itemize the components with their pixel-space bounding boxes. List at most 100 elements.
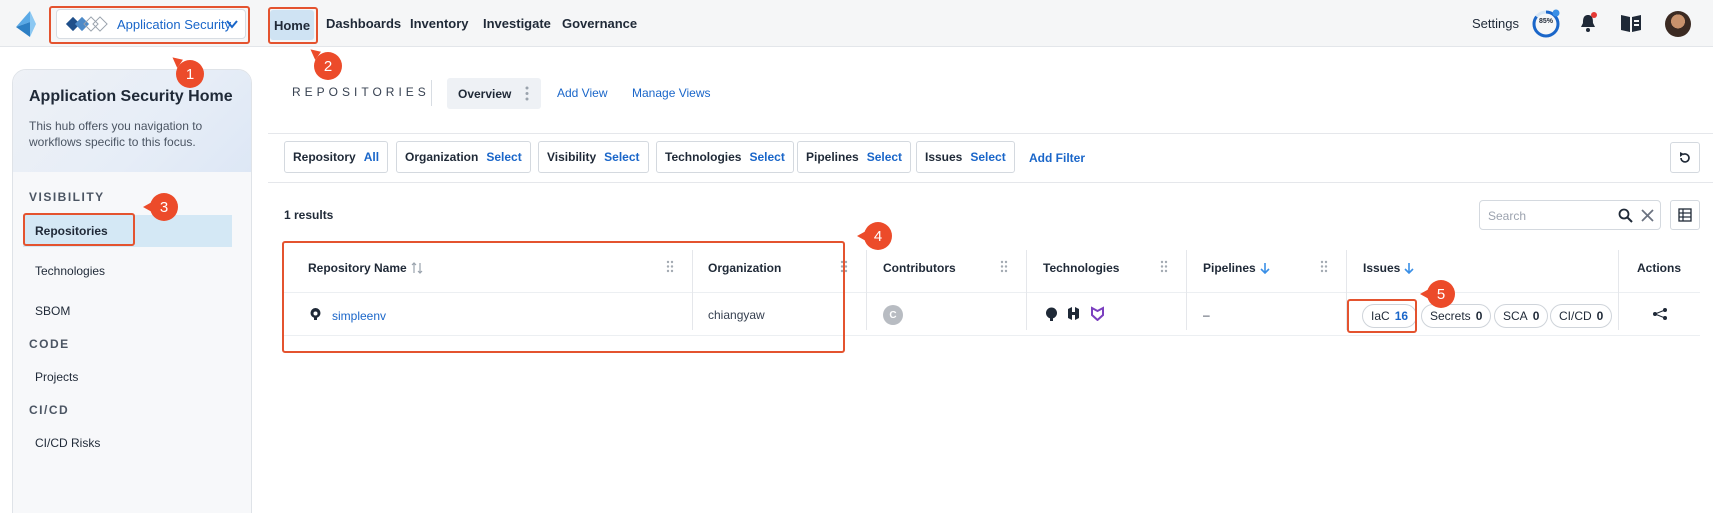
callout-badge: 3	[143, 193, 178, 221]
callout-badge: 1	[176, 60, 204, 88]
progress-text: 85%	[1538, 18, 1553, 25]
sidebar-item-label: SBOM	[35, 304, 71, 318]
callout-highlight-iac-issues	[1347, 299, 1417, 333]
callout-highlight-repo-row	[282, 241, 845, 353]
snyk-icon	[1091, 306, 1104, 321]
issue-pill-secrets[interactable]: Secrets 0	[1421, 304, 1492, 328]
filter-value: All	[363, 150, 380, 164]
pipelines-cell: –	[1203, 308, 1210, 322]
column-header-actions: Actions	[1637, 261, 1682, 275]
sidebar-description: This hub offers you navigation to workfl…	[29, 119, 203, 149]
issue-label: Secrets	[1430, 309, 1471, 323]
issue-pill-sca[interactable]: SCA 0	[1494, 304, 1549, 328]
sidebar-item-cicd-risks[interactable]: CI/CD Risks	[23, 427, 232, 459]
column-settings-button[interactable]	[1670, 200, 1700, 230]
nav-dashboards[interactable]: Dashboards	[326, 16, 401, 31]
contributor-avatar[interactable]: C	[883, 305, 903, 325]
issue-count: 0	[1596, 309, 1604, 323]
add-filter-link[interactable]: Add Filter	[1029, 151, 1085, 165]
results-count: 1 results	[284, 208, 334, 222]
filter-technologies[interactable]: Technologies Select	[656, 141, 794, 173]
sidebar-header: Application Security Home This hub offer…	[13, 70, 251, 172]
settings-link[interactable]: Settings	[1472, 16, 1519, 31]
column-header-label: Issues	[1363, 261, 1401, 275]
reset-icon	[1680, 151, 1690, 163]
filter-value: Select	[866, 150, 903, 164]
github-icon	[1046, 307, 1057, 321]
column-divider	[1618, 250, 1619, 330]
filter-key: Technologies	[665, 150, 742, 164]
graph-action-icon[interactable]	[1652, 307, 1668, 321]
section-label-code: CODE	[29, 337, 70, 351]
column-drag-handle-icon[interactable]	[1160, 260, 1168, 273]
column-drag-handle-icon[interactable]	[1000, 260, 1008, 273]
issue-count: 0	[1532, 309, 1540, 323]
reset-filters-button[interactable]	[1670, 142, 1700, 173]
nav-governance[interactable]: Governance	[562, 16, 637, 31]
nav-inventory[interactable]: Inventory	[410, 16, 469, 31]
issue-count: 0	[1475, 309, 1483, 323]
column-drag-handle-icon[interactable]	[1320, 260, 1328, 273]
sidebar-item-label: Technologies	[35, 264, 106, 278]
filter-value: Select	[486, 150, 522, 164]
search-icon[interactable]	[1618, 208, 1633, 223]
column-header-technologies[interactable]: Technologies	[1043, 261, 1119, 275]
filter-key: Pipelines	[806, 150, 859, 164]
column-header-issues[interactable]: Issues	[1363, 261, 1414, 275]
nav-investigate[interactable]: Investigate	[483, 16, 551, 31]
filter-visibility[interactable]: Visibility Select	[538, 141, 649, 173]
section-label-cicd: CI/CD	[29, 403, 70, 417]
tab-overview-label: Overview	[458, 86, 512, 101]
callout-highlight-repositories	[23, 213, 135, 246]
hashicorp-icon	[1068, 307, 1079, 320]
search-placeholder: Search	[1488, 209, 1527, 223]
hub-sidebar: Application Security Home This hub offer…	[12, 69, 252, 513]
contributor-initial: C	[889, 309, 897, 321]
issue-label: CI/CD	[1559, 309, 1592, 323]
issue-label: SCA	[1503, 309, 1528, 323]
columns-icon	[1678, 208, 1692, 222]
column-divider	[1026, 250, 1027, 330]
search-field[interactable]: Search	[1479, 200, 1661, 230]
page-title: REPOSITORIES	[292, 85, 430, 99]
sidebar-item-label: Projects	[35, 370, 79, 384]
filter-key: Organization	[405, 150, 479, 164]
filter-pipelines[interactable]: Pipelines Select	[797, 141, 912, 173]
callout-badge: 5	[1420, 280, 1455, 308]
column-header-contributors[interactable]: Contributors	[883, 261, 956, 275]
column-header-label: Pipelines	[1203, 261, 1256, 275]
filter-organization[interactable]: Organization Select	[396, 141, 531, 173]
column-header-label: Contributors	[883, 261, 956, 275]
column-divider	[1186, 250, 1187, 330]
documentation-book-icon[interactable]	[1620, 13, 1642, 33]
column-header-pipelines[interactable]: Pipelines	[1203, 261, 1270, 275]
filter-value: Select	[970, 150, 1006, 164]
sidebar-title: Application Security Home	[29, 88, 233, 105]
sort-descending-icon[interactable]	[1404, 262, 1414, 274]
callout-badge: 2	[314, 52, 342, 80]
filter-value: Select	[604, 150, 640, 164]
sidebar-item-technologies[interactable]: Technologies	[23, 255, 232, 287]
sidebar-item-sbom[interactable]: SBOM	[23, 295, 232, 327]
filter-key: Repository	[293, 150, 356, 164]
callout-highlight-home	[268, 7, 318, 44]
filter-value: Select	[749, 150, 785, 164]
sort-descending-icon[interactable]	[1260, 262, 1270, 274]
filter-issues[interactable]: Issues Select	[916, 141, 1015, 173]
close-icon[interactable]	[1641, 209, 1654, 222]
column-divider	[866, 250, 867, 330]
issue-pill-cicd[interactable]: CI/CD 0	[1550, 304, 1613, 328]
add-view-link[interactable]: Add View	[557, 86, 607, 100]
top-navigation-bar: Application Security Home Dashboards Inv…	[0, 0, 1713, 47]
sidebar-item-projects[interactable]: Projects	[23, 361, 232, 393]
notifications-bell-icon[interactable]	[1578, 12, 1598, 34]
filter-repository[interactable]: Repository All	[284, 141, 389, 173]
app-logo-icon[interactable]	[16, 11, 40, 37]
kebab-menu-icon[interactable]	[525, 86, 529, 101]
callout-badge: 4	[857, 222, 892, 250]
filter-key: Issues	[925, 150, 963, 164]
sidebar-item-label: CI/CD Risks	[35, 436, 101, 450]
user-avatar[interactable]	[1665, 11, 1691, 37]
manage-views-link[interactable]: Manage Views	[632, 86, 711, 100]
divider	[431, 80, 432, 106]
